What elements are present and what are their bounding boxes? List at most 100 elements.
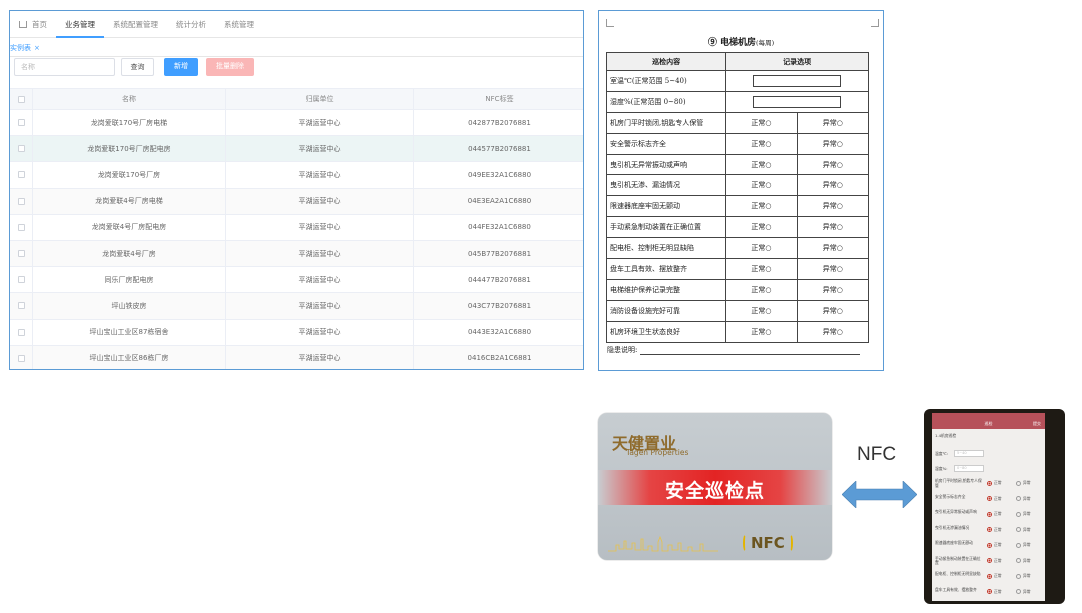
select-all-checkbox[interactable] <box>10 89 32 109</box>
abnormal-option[interactable]: 异常○ <box>796 320 870 343</box>
item-label: 电梯维护保养记录完整 <box>605 278 727 301</box>
abnormal-radio[interactable]: 异常 <box>1016 496 1031 502</box>
phone-item-label: 盘车工具有效、摆放整齐 <box>935 586 977 592</box>
normal-option[interactable]: 正常○ <box>725 320 798 343</box>
search-input[interactable]: 名称 <box>14 58 115 76</box>
normal-option[interactable]: 正常○ <box>725 278 798 301</box>
phone-input-field[interactable]: 5~40 <box>954 450 984 457</box>
phone-item-label: 配电柜、控制柜无明显缺陷 <box>935 571 981 576</box>
cell-name: 龙岗爱联4号厂房电梯 <box>32 188 225 214</box>
abnormal-radio[interactable]: 异常 <box>1016 480 1031 486</box>
normal-option[interactable]: 正常○ <box>725 237 798 260</box>
row-checkbox[interactable] <box>10 267 32 292</box>
table-row[interactable]: 坪山铁皮房 平湖运营中心 043C77B2076881 <box>10 293 583 320</box>
normal-option[interactable]: 正常○ <box>725 132 798 155</box>
table-row[interactable]: 龙岗爱联170号厂房电梯 平湖运营中心 042877B2076881 <box>10 110 583 137</box>
row-checkbox[interactable] <box>10 320 32 345</box>
abnormal-option[interactable]: 异常○ <box>796 111 870 134</box>
row-checkbox[interactable] <box>10 215 32 240</box>
nav-stats[interactable]: 统计分析 <box>167 11 215 38</box>
form-check-row: 曳引机无异常振动或声响 正常○ 异常○ <box>605 153 870 176</box>
table-row[interactable]: 坪山宝山工业区86栋厂房 平湖运营中心 0416CB2A1C6881 <box>10 345 583 369</box>
row-checkbox[interactable] <box>10 162 32 187</box>
submit-button[interactable]: 提交 <box>1033 421 1041 427</box>
table-row[interactable]: 同乐厂房配电房 平湖运营中心 044477B2076881 <box>10 267 583 294</box>
normal-option[interactable]: 正常○ <box>725 299 798 322</box>
nav-config[interactable]: 系统配置管理 <box>104 11 167 38</box>
cell-unit: 平湖运营中心 <box>225 110 413 136</box>
abnormal-radio[interactable]: 异常 <box>1016 558 1031 564</box>
cell-unit: 平湖运营中心 <box>225 240 413 267</box>
row-checkbox[interactable] <box>10 110 32 135</box>
abnormal-radio[interactable]: 异常 <box>1016 542 1031 548</box>
row-checkbox[interactable] <box>10 241 32 266</box>
normal-option[interactable]: 正常○ <box>725 195 798 218</box>
value-box[interactable] <box>725 90 869 113</box>
table-row[interactable]: 龙岗爱联4号厂房配电房 平湖运营中心 044FE32A1C6880 <box>10 214 583 241</box>
item-label: 安全警示标志齐全 <box>605 132 727 155</box>
abnormal-option[interactable]: 异常○ <box>796 258 870 280</box>
column-name: 名称 <box>32 89 225 109</box>
abnormal-radio[interactable]: 异常 <box>1016 589 1031 595</box>
batch-delete-button[interactable]: 批量删除 <box>206 58 254 76</box>
table-header: 名称 归属单位 NFC标签 <box>10 88 583 110</box>
normal-radio[interactable]: 正常 <box>987 480 1002 486</box>
abnormal-radio[interactable]: 异常 <box>1016 527 1031 533</box>
double-arrow-icon <box>842 481 917 508</box>
normal-option[interactable]: 正常○ <box>725 111 798 134</box>
item-label: 机房门平时锁闭,钥匙专人保管 <box>605 111 727 134</box>
abnormal-radio[interactable]: 异常 <box>1016 511 1031 517</box>
normal-radio[interactable]: 正常 <box>987 511 1002 517</box>
abnormal-option[interactable]: 异常○ <box>796 153 870 176</box>
table-row[interactable]: 龙岗爱联170号厂房配电房 平湖运营中心 044577B2076881 <box>10 136 583 163</box>
table-row[interactable]: 龙岗爱联170号厂房 平湖运营中心 049EE32A1C6880 <box>10 162 583 189</box>
cell-name: 龙岗爱联170号厂房配电房 <box>32 136 225 162</box>
row-checkbox[interactable] <box>10 189 32 214</box>
close-icon[interactable]: × <box>34 44 40 52</box>
abnormal-radio[interactable]: 异常 <box>1016 573 1031 579</box>
nav-home[interactable]: 首页 <box>10 11 56 38</box>
item-label: 湿度%(正常范围 0~80) <box>605 90 727 113</box>
normal-radio[interactable]: 正常 <box>987 527 1002 533</box>
abnormal-option[interactable]: 异常○ <box>796 237 870 260</box>
cell-nfc: 044477B2076881 <box>413 267 583 293</box>
hazard-note: 隐患说明: <box>607 345 861 355</box>
phone-input-field[interactable]: 0~80 <box>954 465 984 472</box>
nfc-label: NFC <box>857 444 897 465</box>
cell-unit: 平湖运营中心 <box>225 162 413 188</box>
row-checkbox[interactable] <box>10 293 32 318</box>
crop-mark <box>606 19 614 27</box>
normal-radio[interactable]: 正常 <box>987 573 1002 579</box>
normal-radio[interactable]: 正常 <box>987 558 1002 564</box>
normal-option[interactable]: 正常○ <box>725 216 798 239</box>
normal-option[interactable]: 正常○ <box>725 153 798 176</box>
table-row[interactable]: 龙岗爱联4号厂房电梯 平湖运营中心 04E3EA2A1C6880 <box>10 188 583 215</box>
normal-radio[interactable]: 正常 <box>987 542 1002 548</box>
table-row[interactable]: 龙岗爱联4号厂房 平湖运营中心 045B77B2076881 <box>10 240 583 268</box>
normal-radio[interactable]: 正常 <box>987 589 1002 595</box>
abnormal-option[interactable]: 异常○ <box>796 195 870 218</box>
abnormal-option[interactable]: 异常○ <box>796 299 870 322</box>
normal-radio[interactable]: 正常 <box>987 496 1002 502</box>
abnormal-option[interactable]: 异常○ <box>796 278 870 301</box>
tab-instance-table[interactable]: 实例表 × <box>10 39 40 57</box>
phone-item-label: 机房门平时锁闭,钥匙专人保管 <box>935 478 982 488</box>
query-button[interactable]: 查询 <box>121 58 154 76</box>
value-box[interactable] <box>725 70 869 92</box>
abnormal-option[interactable]: 异常○ <box>796 216 870 239</box>
nav-business[interactable]: 业务管理 <box>56 11 104 38</box>
admin-panel: 首页 业务管理 系统配置管理 统计分析 系统管理 实例表 × 名称 查询 新增 批… <box>9 10 584 370</box>
table-row[interactable]: 坪山宝山工业区87栋宿舍 平湖运营中心 0443E32A1C6880 <box>10 319 583 346</box>
normal-option[interactable]: 正常○ <box>725 258 798 280</box>
abnormal-option[interactable]: 异常○ <box>796 132 870 155</box>
normal-option[interactable]: 正常○ <box>725 174 798 197</box>
nav-system[interactable]: 系统管理 <box>215 11 263 38</box>
cell-nfc: 044577B2076881 <box>413 136 583 162</box>
form-check-row: 曳引机无渗、漏油情况 正常○ 异常○ <box>605 174 870 197</box>
row-checkbox[interactable] <box>10 346 32 369</box>
toolbar: 名称 查询 新增 批量删除 <box>10 58 583 88</box>
form-check-row: 手动紧急制动装置在正确位置 正常○ 异常○ <box>605 216 870 239</box>
row-checkbox[interactable] <box>10 136 32 161</box>
add-button[interactable]: 新增 <box>164 58 198 76</box>
abnormal-option[interactable]: 异常○ <box>796 174 870 197</box>
